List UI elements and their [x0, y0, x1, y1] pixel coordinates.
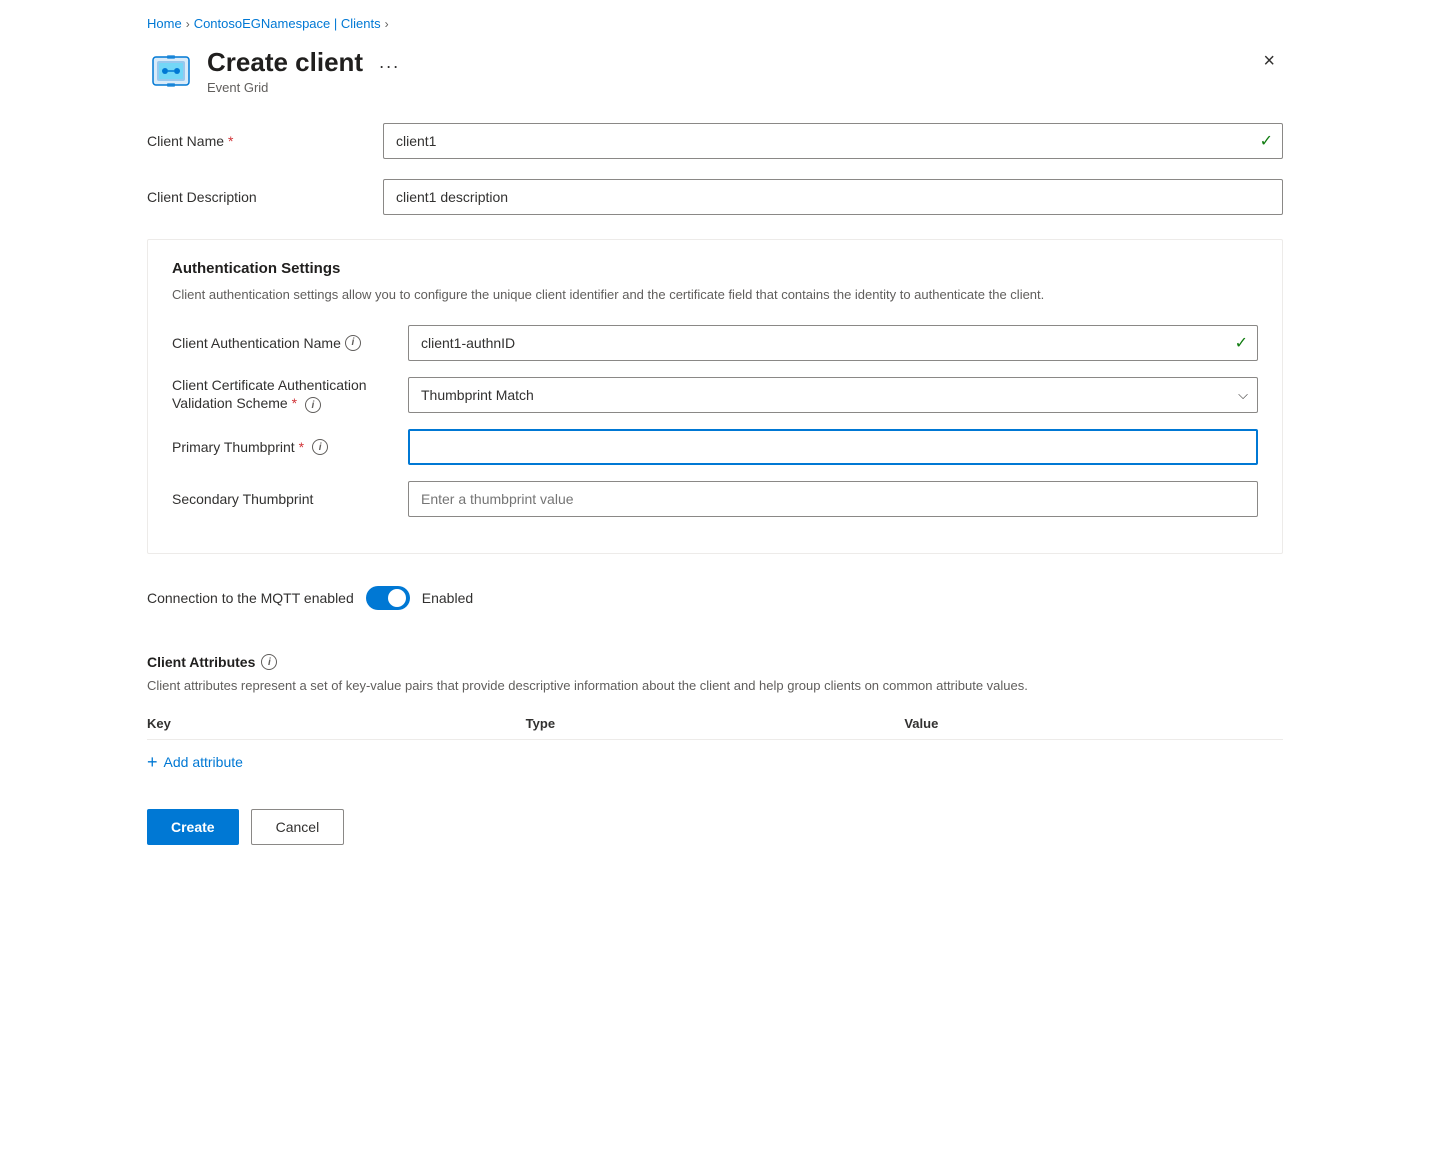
client-attrs-info-icon[interactable]: i: [261, 654, 277, 670]
header-title-area: Create client ... Event Grid: [207, 47, 406, 95]
create-button[interactable]: Create: [147, 809, 239, 845]
auth-name-checkmark: ✓: [1235, 333, 1248, 353]
primary-thumbprint-row: Primary Thumbprint * i: [172, 429, 1258, 465]
mqtt-row: Connection to the MQTT enabled Enabled: [147, 586, 1283, 610]
primary-thumbprint-input-wrapper: [408, 429, 1258, 465]
client-description-input-wrapper: [383, 179, 1283, 215]
client-attrs-desc: Client attributes represent a set of key…: [147, 676, 1283, 696]
client-name-row: Client Name * ✓: [147, 123, 1283, 159]
app-icon: [147, 47, 195, 95]
primary-thumbprint-input[interactable]: [408, 429, 1258, 465]
secondary-thumbprint-label: Secondary Thumbprint: [172, 491, 392, 507]
primary-thumbprint-info-icon[interactable]: i: [312, 439, 328, 455]
page-title: Create client: [207, 47, 363, 78]
col-value: Value: [904, 716, 1283, 731]
client-name-required: *: [228, 133, 233, 149]
add-attribute-button[interactable]: + Add attribute: [147, 748, 243, 777]
auth-settings-desc: Client authentication settings allow you…: [172, 285, 1258, 305]
cert-validation-label: Client Certificate Authentication Valida…: [172, 377, 392, 414]
client-attrs-title: Client Attributes: [147, 654, 255, 670]
col-type: Type: [526, 716, 905, 731]
auth-name-input[interactable]: [408, 325, 1258, 361]
breadcrumb-sep-1: ›: [186, 17, 190, 31]
close-button[interactable]: ×: [1255, 47, 1283, 75]
breadcrumb: Home › ContosoEGNamespace | Clients ›: [147, 16, 1283, 31]
auth-settings-title: Authentication Settings: [172, 260, 1258, 277]
header-left: Create client ... Event Grid: [147, 47, 406, 95]
cert-validation-row: Client Certificate Authentication Valida…: [172, 377, 1258, 414]
client-attributes-section: Client Attributes i Client attributes re…: [147, 654, 1283, 777]
add-attr-row: + Add attribute: [147, 748, 1283, 777]
breadcrumb-sep-2: ›: [385, 17, 389, 31]
client-name-checkmark: ✓: [1260, 131, 1273, 151]
client-name-label: Client Name *: [147, 133, 367, 149]
primary-thumbprint-label: Primary Thumbprint * i: [172, 439, 392, 455]
auth-name-row: Client Authentication Name i ✓: [172, 325, 1258, 361]
subtitle: Event Grid: [207, 80, 406, 95]
toggle-knob: [388, 589, 406, 607]
auth-name-input-wrapper: ✓: [408, 325, 1258, 361]
cert-required: *: [292, 395, 297, 411]
ellipsis-button[interactable]: ...: [373, 50, 406, 75]
auth-name-info-icon[interactable]: i: [345, 335, 361, 351]
secondary-thumbprint-row: Secondary Thumbprint: [172, 481, 1258, 517]
auth-settings-box: Authentication Settings Client authentic…: [147, 239, 1283, 554]
mqtt-toggle[interactable]: [366, 586, 410, 610]
mqtt-label: Connection to the MQTT enabled: [147, 590, 354, 606]
breadcrumb-home[interactable]: Home: [147, 16, 182, 31]
cert-validation-select[interactable]: Thumbprint Match Subject Matches Authent…: [408, 377, 1258, 413]
secondary-thumbprint-input[interactable]: [408, 481, 1258, 517]
cert-validation-select-wrapper: Thumbprint Match Subject Matches Authent…: [408, 377, 1258, 413]
header-title-row: Create client ...: [207, 47, 406, 78]
form-section: Client Name * ✓ Client Description Authe…: [147, 123, 1283, 777]
client-description-label: Client Description: [147, 189, 367, 205]
table-header: Key Type Value: [147, 716, 1283, 740]
mqtt-enabled-text: Enabled: [422, 590, 473, 606]
cancel-button[interactable]: Cancel: [251, 809, 345, 845]
add-icon: +: [147, 752, 158, 773]
client-attrs-title-row: Client Attributes i: [147, 654, 1283, 670]
primary-required: *: [299, 439, 304, 455]
breadcrumb-namespace[interactable]: ContosoEGNamespace | Clients: [194, 16, 381, 31]
client-name-input-wrapper: ✓: [383, 123, 1283, 159]
client-name-input[interactable]: [383, 123, 1283, 159]
footer-buttons: Create Cancel: [147, 809, 1283, 845]
secondary-thumbprint-input-wrapper: [408, 481, 1258, 517]
page-header: Create client ... Event Grid ×: [147, 47, 1283, 95]
cert-info-icon[interactable]: i: [305, 397, 321, 413]
client-description-row: Client Description: [147, 179, 1283, 215]
col-key: Key: [147, 716, 526, 731]
add-attr-label: Add attribute: [164, 754, 243, 770]
client-description-input[interactable]: [383, 179, 1283, 215]
auth-name-label: Client Authentication Name i: [172, 335, 392, 351]
